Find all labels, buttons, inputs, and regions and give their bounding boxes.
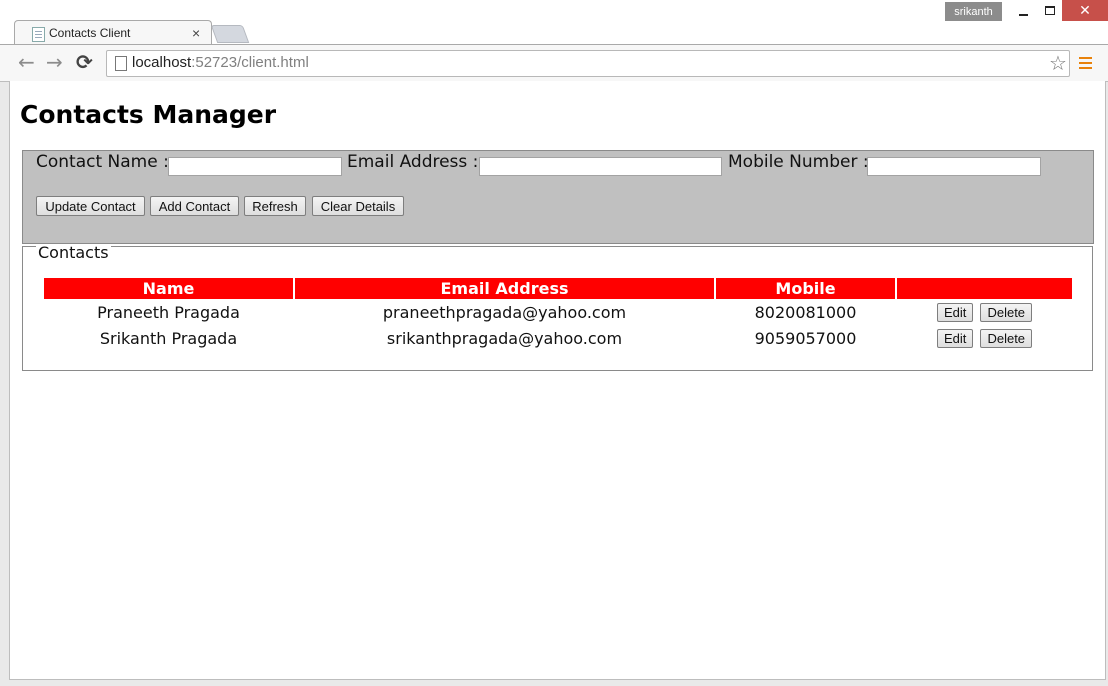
add-contact-button[interactable]: Add Contact [150, 196, 239, 216]
browser-toolbar: ← → ⟳ localhost:52723/client.html ☆ [0, 44, 1108, 82]
page-title: Contacts Manager [20, 100, 277, 129]
contact-email-cell: srikanthpragada@yahoo.com [386, 328, 623, 348]
minimize-button[interactable] [1008, 0, 1038, 21]
edit-button[interactable]: Edit [936, 329, 974, 348]
window-close-icon: ✕ [1079, 2, 1091, 18]
contacts-legend: Contacts [36, 243, 111, 262]
delete-button[interactable]: Delete [980, 303, 1033, 322]
contact-mobile-cell: 8020081000 [754, 302, 857, 322]
table-row: Praneeth Pragada praneethpragada@yahoo.c… [44, 299, 1072, 325]
table-header-row: Name Email Address Mobile [44, 278, 1072, 299]
page-icon [115, 56, 127, 71]
url-host: localhost [132, 54, 192, 71]
user-badge[interactable]: srikanth [945, 2, 1002, 21]
contact-name-cell: Srikanth Pragada [99, 328, 238, 348]
contact-name-input[interactable] [168, 157, 342, 176]
back-arrow-icon[interactable]: ← [18, 51, 35, 73]
new-tab-button[interactable] [210, 25, 250, 43]
update-contact-button[interactable]: Update Contact [36, 196, 145, 216]
tab-title: Contacts Client [49, 26, 131, 40]
url-text[interactable]: localhost:52723/client.html [132, 54, 309, 71]
address-bar[interactable]: localhost:52723/client.html ☆ [106, 50, 1070, 77]
contact-actions-cell: Edit Delete [897, 325, 1072, 351]
minimize-icon [1018, 13, 1028, 16]
delete-button[interactable]: Delete [980, 329, 1033, 348]
browser-titlebar: srikanth ✕ Contacts Client × [0, 0, 1108, 46]
contact-name-label: Contact Name : [36, 152, 169, 172]
page-viewport: Contacts Manager Contact Name : Email Ad… [9, 81, 1106, 680]
hamburger-menu-icon[interactable] [1079, 57, 1092, 72]
email-address-label: Email Address : [347, 152, 479, 172]
column-header-name: Name [44, 278, 293, 299]
contact-name-cell: Praneeth Pragada [97, 302, 240, 322]
contact-mobile-cell: 9059057000 [754, 328, 857, 348]
maximize-icon [1045, 6, 1055, 15]
url-path: :52723/client.html [191, 54, 309, 71]
column-header-mobile: Mobile [716, 278, 895, 299]
clear-details-button[interactable]: Clear Details [312, 196, 404, 216]
reload-icon[interactable]: ⟳ [76, 51, 93, 73]
contact-email-cell: praneethpragada@yahoo.com [382, 302, 627, 322]
edit-button[interactable]: Edit [936, 303, 974, 322]
page-favicon-icon [32, 27, 45, 42]
window-close-button[interactable]: ✕ [1062, 0, 1108, 21]
refresh-button[interactable]: Refresh [244, 196, 306, 216]
tab-contacts-client[interactable]: Contacts Client × [14, 20, 212, 46]
tab-close-icon[interactable]: × [192, 25, 200, 41]
contacts-table: Name Email Address Mobile Praneeth Praga… [42, 278, 1074, 351]
column-header-email: Email Address [295, 278, 714, 299]
contact-actions-cell: Edit Delete [897, 299, 1072, 325]
column-header-actions [897, 278, 1072, 299]
contact-form-panel: Contact Name : Email Address : Mobile Nu… [22, 150, 1094, 244]
star-icon[interactable]: ☆ [1049, 51, 1067, 75]
mobile-number-label: Mobile Number : [728, 152, 869, 172]
email-address-input[interactable] [479, 157, 722, 176]
mobile-number-input[interactable] [867, 157, 1041, 176]
maximize-button[interactable] [1035, 0, 1065, 21]
table-row: Srikanth Pragada srikanthpragada@yahoo.c… [44, 325, 1072, 351]
forward-arrow-icon[interactable]: → [46, 51, 63, 73]
